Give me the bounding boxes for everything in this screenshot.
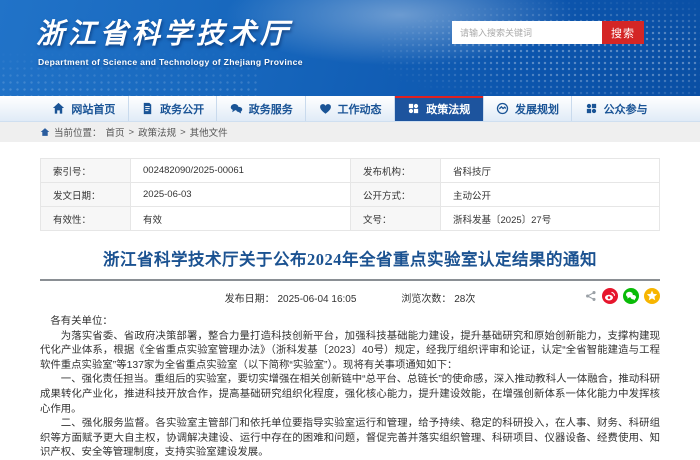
article-paragraph: 一、强化责任担当。重组后的实验室，要切实增强在相关创新链中“总平台、总链长”的使… <box>40 374 660 415</box>
breadcrumb-separator: > <box>128 126 135 138</box>
article-body: 各有关单位： 为落实省委、省政府决策部署，整合力量打造科技创新平台，加强科技基础… <box>40 315 660 460</box>
share-weibo-icon[interactable] <box>602 288 618 304</box>
nav-label: 网站首页 <box>71 103 116 116</box>
publish-date: 发布日期： 2025-06-04 16:05 <box>225 290 357 305</box>
article-title: 浙江省科学技术厅关于公布2024年全省重点实验室认定结果的通知 <box>103 250 597 269</box>
nav-label: 工作动态 <box>337 103 382 116</box>
meta-label-issuing-agency: 发布机构： <box>350 158 441 183</box>
seal-stamp-icon <box>409 103 419 114</box>
table-row: 发文日期： 2025-06-03 公开方式： 主动公开 <box>40 182 660 207</box>
search-button[interactable]: 搜索 <box>602 21 644 44</box>
chat-bubbles-icon <box>230 104 243 114</box>
article-salutation: 各有关单位： <box>50 316 113 327</box>
nav-item-gov-services[interactable]: 政务服务 <box>216 96 305 121</box>
article-paragraph: 二、强化服务监督。各实验室主管部门和依托单位要指导实验室运行和管理，给予持续、稳… <box>40 418 660 459</box>
meta-label-index-number: 索引号： <box>40 158 131 183</box>
share-nodes-icon[interactable] <box>585 290 597 302</box>
document-meta-table: 索引号： 002482090/2025-00061 发布机构： 省科技厅 发文日… <box>40 158 660 231</box>
title-divider <box>40 279 660 281</box>
meta-value-issue-date: 2025-06-03 <box>130 182 351 207</box>
article-paragraph: 为落实省委、省政府决策部署，整合力量打造科技创新平台，加强科技基础能力建设，提升… <box>40 330 660 371</box>
breadcrumb-item-policies[interactable]: 政策法规 <box>138 125 176 139</box>
home-icon <box>53 102 65 114</box>
meta-label-disclosure-method: 公开方式： <box>350 182 441 207</box>
breadcrumb-location-label: 当前位置： <box>54 128 102 139</box>
share-bar <box>585 288 660 304</box>
nav-label: 发展规划 <box>514 103 559 116</box>
nav-item-home[interactable]: 网站首页 <box>40 96 128 121</box>
participation-seal-icon <box>586 103 596 114</box>
view-count-label: 浏览次数： <box>401 293 452 305</box>
site-header: 浙江省科学技术厅 Department of Science and Techn… <box>0 0 700 96</box>
breadcrumb-item-other-documents[interactable]: 其他文件 <box>190 125 228 139</box>
meta-label-issue-date: 发文日期： <box>40 182 131 207</box>
document-icon <box>143 102 152 115</box>
nav-item-public-participation[interactable]: 公众参与 <box>571 96 660 121</box>
meta-label-validity: 有效性： <box>40 206 131 231</box>
publish-date-value: 2025-06-04 16:05 <box>277 293 357 305</box>
breadcrumb-item-home[interactable]: 首页 <box>106 125 125 139</box>
nav-item-gov-disclosure[interactable]: 政务公开 <box>127 96 217 121</box>
view-count-value: 28次 <box>454 293 476 305</box>
meta-value-document-number: 浙科发基〔2025〕27号 <box>440 206 660 231</box>
article-meta-row: 发布日期： 2025-06-04 16:05 浏览次数： 28次 <box>40 288 660 306</box>
site-title-english: Department of Science and Technology of … <box>38 57 303 67</box>
breadcrumb: 当前位置： 首页 > 政策法规 > 其他文件 <box>0 122 700 142</box>
heart-icon <box>319 104 331 114</box>
nav-item-policies-regulations[interactable]: 政策法规 <box>393 96 483 121</box>
site-logo[interactable]: 浙江省科学技术厅 Department of Science and Techn… <box>36 12 303 67</box>
nav-label: 公众参与 <box>603 103 648 116</box>
nav-label: 政务服务 <box>248 103 293 116</box>
meta-value-validity: 有效 <box>130 206 351 231</box>
share-wechat-icon[interactable] <box>623 288 639 304</box>
world-map-dots-decoration <box>380 0 700 96</box>
meta-label-document-number: 文号： <box>350 206 441 231</box>
meta-value-disclosure-method: 主动公开 <box>440 182 660 207</box>
nav-item-work-news[interactable]: 工作动态 <box>305 96 394 121</box>
share-qzone-icon[interactable] <box>644 288 660 304</box>
breadcrumb-separator: > <box>180 126 186 138</box>
nav-label: 政策法规 <box>426 103 471 116</box>
main-nav: 网站首页 政务公开 政务服务 工作动态 政策法规 发展规划 公众参与 <box>0 96 700 122</box>
search-input[interactable] <box>452 21 602 44</box>
table-row: 索引号： 002482090/2025-00061 发布机构： 省科技厅 <box>40 158 660 183</box>
meta-value-index-number: 002482090/2025-00061 <box>130 158 351 183</box>
nav-label: 政务公开 <box>160 103 205 116</box>
publish-date-label: 发布日期： <box>224 293 275 305</box>
article-page: 索引号： 002482090/2025-00061 发布机构： 省科技厅 发文日… <box>0 158 700 460</box>
meta-value-issuing-agency: 省科技厅 <box>440 158 660 183</box>
site-title: 浙江省科学技术厅 <box>36 17 293 50</box>
location-home-icon <box>40 128 50 136</box>
view-count: 浏览次数： 28次 <box>401 290 475 305</box>
page: 浙江省科学技术厅 Department of Science and Techn… <box>0 0 700 460</box>
site-search: 搜索 <box>452 21 644 44</box>
nav-item-development-planning[interactable]: 发展规划 <box>482 96 572 121</box>
handshake-icon <box>496 102 509 115</box>
table-row: 有效性： 有效 文号： 浙科发基〔2025〕27号 <box>40 206 660 231</box>
